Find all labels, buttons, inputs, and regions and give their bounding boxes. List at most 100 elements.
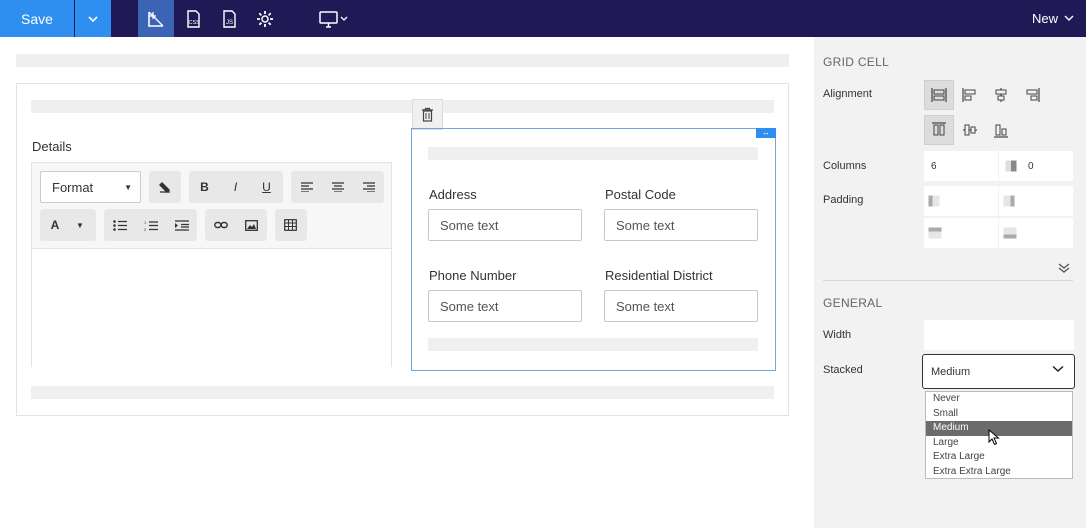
italic-button[interactable]: I	[220, 171, 251, 203]
phone-number-input[interactable]: Some text	[428, 290, 582, 322]
insert-group	[205, 209, 267, 241]
format-select-label: Format	[52, 179, 94, 195]
stacked-select[interactable]: Medium	[922, 354, 1075, 389]
indent-button[interactable]	[166, 209, 197, 241]
alignment-group	[291, 171, 384, 203]
postal-code-input[interactable]: Some text	[604, 209, 758, 241]
offset-icon	[1005, 160, 1017, 172]
table-icon	[284, 219, 297, 231]
insert-table-button[interactable]	[275, 209, 307, 241]
css-editor-button[interactable]: CSS	[175, 0, 211, 37]
mouse-cursor	[988, 428, 1000, 451]
bullet-list-button[interactable]	[104, 209, 135, 241]
svg-text:1: 1	[144, 220, 147, 225]
gear-icon	[257, 10, 273, 27]
row-placeholder[interactable]	[16, 54, 789, 67]
font-color-button[interactable]: A ▼	[40, 209, 96, 241]
stacked-option-extra-extra-large[interactable]: Extra Extra Large	[926, 465, 1072, 480]
align-stretch-button[interactable]	[924, 80, 954, 110]
align-left-icon	[300, 182, 313, 192]
js-icon: JS	[223, 9, 236, 28]
settings-button[interactable]	[247, 0, 283, 37]
save-options-dropdown[interactable]	[75, 0, 111, 37]
font-color-label: A	[50, 218, 60, 232]
width-label: Width	[823, 329, 852, 341]
stacked-label: Stacked	[823, 364, 863, 376]
address-input[interactable]: Some text	[428, 209, 582, 241]
padding-label: Padding	[823, 194, 864, 206]
insert-image-button[interactable]	[236, 209, 267, 241]
chevron-down-icon	[1064, 15, 1074, 21]
chevron-down-icon	[1052, 365, 1064, 373]
trash-icon	[422, 107, 433, 122]
align-start-button[interactable]	[955, 80, 985, 110]
css-icon: CSS	[187, 9, 200, 28]
chevron-down-icon	[88, 15, 98, 22]
address-label: Address	[429, 187, 477, 202]
underline-button[interactable]: U	[251, 171, 282, 203]
cursor-arrow-icon	[988, 428, 1000, 446]
numbered-list-button[interactable]: 12	[135, 209, 166, 241]
row-placeholder[interactable]	[428, 147, 758, 160]
valign-top-icon	[932, 122, 946, 136]
device-preview-dropdown[interactable]	[313, 0, 353, 37]
link-icon	[213, 221, 228, 229]
format-select[interactable]: Format ▼	[40, 171, 141, 203]
stacked-option-never[interactable]: Never	[926, 392, 1072, 407]
offset-value: 0	[1028, 160, 1034, 172]
stacked-select-value: Medium	[931, 365, 971, 378]
row-placeholder[interactable]	[31, 386, 774, 399]
new-menu[interactable]: New	[1032, 0, 1074, 37]
row-placeholder[interactable]	[428, 338, 758, 351]
align-center-button[interactable]	[986, 80, 1016, 110]
bold-button[interactable]: B	[189, 171, 220, 203]
padding-top-icon	[928, 227, 942, 239]
image-icon	[245, 219, 258, 231]
monitor-icon	[319, 10, 348, 28]
top-toolbar: Save CSS JS New	[0, 0, 1086, 37]
align-stretch-icon	[931, 88, 947, 102]
residential-district-input[interactable]: Some text	[604, 290, 758, 322]
rich-text-editor[interactable]: Format ▼ B I U A ▼ 12	[31, 162, 392, 367]
js-editor-button[interactable]: JS	[211, 0, 247, 37]
align-left-button[interactable]	[291, 171, 322, 203]
residential-district-label: Residential District	[605, 268, 713, 283]
stacked-option-small[interactable]: Small	[926, 407, 1072, 422]
delete-cell-button[interactable]	[412, 99, 443, 130]
insert-link-button[interactable]	[205, 209, 236, 241]
columns-label: Columns	[823, 160, 867, 172]
valign-middle-button[interactable]	[955, 115, 985, 145]
width-input[interactable]	[924, 320, 1074, 350]
indent-icon	[174, 219, 189, 231]
padding-left-input[interactable]	[924, 186, 998, 216]
section-divider	[823, 280, 1073, 281]
resize-handle-icon[interactable]: ↔	[756, 128, 776, 138]
align-right-button[interactable]	[353, 171, 384, 203]
align-center-icon	[995, 88, 1007, 102]
editor-toolbar: Format ▼ B I U A ▼ 12	[32, 163, 391, 249]
layout-mode-button[interactable]	[138, 0, 174, 37]
offset-input[interactable]: 0	[999, 151, 1073, 181]
clear-format-button[interactable]	[149, 171, 181, 203]
padding-right-input[interactable]	[999, 186, 1073, 216]
expand-more-button[interactable]	[1058, 261, 1070, 279]
align-center-button[interactable]	[322, 171, 353, 203]
new-menu-label: New	[1031, 11, 1058, 26]
valign-top-button[interactable]	[924, 115, 954, 145]
valign-bottom-icon	[994, 124, 1008, 138]
padding-bottom-input[interactable]	[999, 218, 1073, 248]
phone-number-label: Phone Number	[429, 268, 517, 283]
padding-top-input[interactable]	[924, 218, 998, 248]
list-group: 12	[104, 209, 197, 241]
stacked-option-extra-large[interactable]: Extra Large	[926, 450, 1072, 465]
align-end-button[interactable]	[1017, 80, 1047, 110]
save-button[interactable]: Save	[0, 0, 74, 37]
padding-bottom-icon	[1003, 227, 1017, 239]
selected-grid-cell[interactable]: ↔	[411, 128, 776, 371]
align-start-icon	[962, 88, 976, 102]
padding-right-icon	[1003, 195, 1015, 207]
columns-input[interactable]: 6	[924, 151, 998, 181]
row-placeholder[interactable]	[31, 100, 774, 113]
valign-bottom-button[interactable]	[986, 115, 1016, 145]
svg-text:2: 2	[144, 227, 147, 231]
